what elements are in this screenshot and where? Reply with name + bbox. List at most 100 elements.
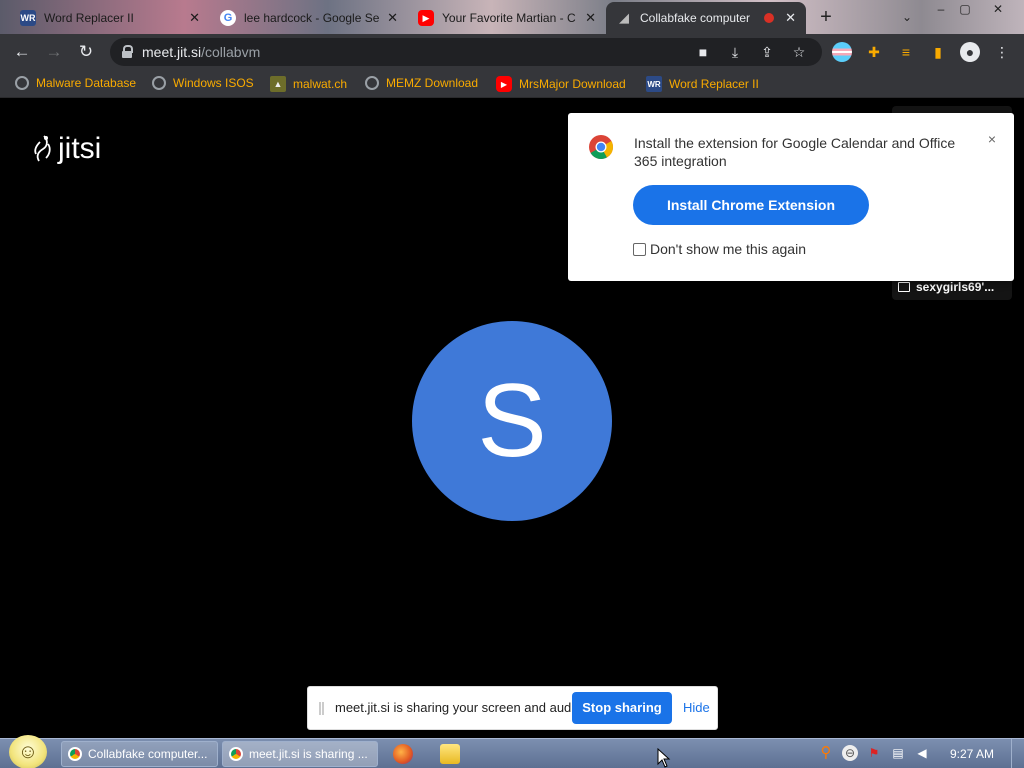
- close-icon[interactable]: ✕: [585, 10, 596, 26]
- share-icon[interactable]: ⇪: [758, 43, 776, 61]
- bookmark-memz-download[interactable]: MEMZ Download: [365, 76, 478, 90]
- mouse-cursor-icon: [657, 748, 671, 768]
- bookmark-label: Windows ISOS: [173, 76, 254, 90]
- thumbnail-name-text: sexygirls69'...: [916, 280, 995, 294]
- tab-collabfake[interactable]: ◢ Collabfake computer ✕: [606, 2, 806, 34]
- tab-youtube[interactable]: ▶ Your Favorite Martian - C ✕: [408, 2, 606, 34]
- chrome-icon: [589, 135, 613, 160]
- extension-popup: Install the extension for Google Calenda…: [568, 113, 1014, 281]
- volume-icon[interactable]: ◀: [914, 745, 930, 761]
- close-icon[interactable]: ×: [988, 131, 996, 147]
- search-tray-icon[interactable]: ⚲: [818, 745, 834, 761]
- bookmark-label: MEMZ Download: [386, 76, 479, 90]
- tab-search-icon[interactable]: ⌄: [896, 8, 918, 26]
- taskbar-button-label: meet.jit.si is sharing ...: [249, 747, 368, 761]
- globe-icon: [152, 76, 166, 90]
- word-replacer-icon: WR: [646, 76, 662, 92]
- extension-flag-icon[interactable]: [832, 42, 852, 62]
- lock-icon[interactable]: [122, 45, 133, 58]
- bookmarks-bar: Malware Database Windows ISOS ▲ malwat.c…: [0, 70, 1024, 98]
- google-icon: G: [220, 10, 236, 26]
- new-tab-button[interactable]: +: [814, 6, 838, 30]
- tab-title: Your Favorite Martian - C: [442, 11, 576, 25]
- stop-sharing-button[interactable]: Stop sharing: [572, 692, 672, 724]
- folder-icon[interactable]: [440, 744, 460, 764]
- recording-icon: [764, 13, 774, 23]
- tab-word-replacer[interactable]: WR Word Replacer II ✕: [10, 2, 210, 34]
- camera-icon[interactable]: ■: [694, 43, 712, 61]
- participant-avatar: S: [412, 321, 612, 521]
- firefox-icon[interactable]: [393, 744, 413, 764]
- jitsi-logo-icon: [34, 135, 51, 162]
- word-replacer-icon: WR: [20, 10, 36, 26]
- youtube-icon: ▶: [418, 10, 434, 26]
- menu-kebab-icon[interactable]: ⋮: [992, 42, 1012, 62]
- bookmark-word-replacer[interactable]: WR Word Replacer II: [646, 76, 759, 92]
- reload-icon[interactable]: ↻: [74, 40, 98, 64]
- taskbar: ☺ Collabfake computer... meet.jit.si is …: [0, 735, 1024, 768]
- collabfake-icon: ◢: [619, 10, 629, 25]
- screen-share-icon: [898, 282, 910, 292]
- globe-icon: [365, 76, 379, 90]
- url-domain: meet.jit.si: [142, 44, 202, 60]
- checkbox-icon[interactable]: [633, 242, 646, 256]
- taskbar-button-label: Collabfake computer...: [88, 747, 208, 761]
- hide-link[interactable]: Hide: [683, 700, 710, 715]
- bookmark-star-icon[interactable]: ☆: [790, 43, 808, 61]
- side-panel-icon[interactable]: ▮: [928, 42, 948, 62]
- taskbar-button-collabfake[interactable]: Collabfake computer...: [61, 741, 218, 767]
- language-tray-icon[interactable]: ⊖: [842, 745, 858, 761]
- tab-title: Word Replacer II: [44, 11, 134, 25]
- dont-show-label: Don't show me this again: [650, 241, 806, 257]
- bookmark-label: Word Replacer II: [669, 77, 759, 91]
- malwatch-icon: ▲: [270, 76, 286, 92]
- screen-share-bar: meet.jit.si is sharing your screen and a…: [307, 686, 718, 730]
- profile-avatar-icon[interactable]: ●: [960, 42, 980, 62]
- browser-toolbar: ← → ↻ meet.jit.si/collabvm ■ ⤓ ⇪ ☆ ✚ ≡ ▮…: [0, 34, 1024, 70]
- address-bar[interactable]: meet.jit.si/collabvm ■ ⤓ ⇪ ☆: [110, 38, 822, 66]
- forward-arrow-icon[interactable]: →: [42, 40, 66, 64]
- clock[interactable]: 9:27 AM: [950, 747, 994, 761]
- bookmark-mrsmajor-download[interactable]: ▶ MrsMajor Download: [496, 76, 626, 92]
- network-icon[interactable]: ▤: [890, 745, 906, 761]
- install-app-icon[interactable]: ⤓: [726, 43, 744, 61]
- url-path: /collabvm: [201, 44, 261, 60]
- back-arrow-icon[interactable]: ←: [10, 40, 34, 64]
- minimize-icon[interactable]: –: [930, 0, 952, 18]
- extensions-puzzle-icon[interactable]: ✚: [864, 42, 884, 62]
- bookmark-malwatch[interactable]: ▲ malwat.ch: [270, 76, 347, 92]
- jitsi-meeting-page: jitsi S sexygirls69'... Install the exte…: [0, 98, 1024, 738]
- install-extension-button[interactable]: Install Chrome Extension: [633, 185, 869, 225]
- bookmark-windows-isos[interactable]: Windows ISOS: [152, 76, 254, 90]
- chrome-icon: [68, 747, 82, 761]
- media-controls-icon[interactable]: ≡: [896, 42, 916, 62]
- globe-icon: [15, 76, 29, 90]
- tab-title: lee hardcock - Google Se: [244, 11, 380, 25]
- action-center-flag-icon[interactable]: ⚑: [866, 745, 882, 761]
- close-icon[interactable]: ✕: [189, 10, 200, 26]
- bookmark-label: Malware Database: [36, 76, 137, 90]
- tab-title: Collabfake computer: [640, 11, 751, 25]
- logo-text: jitsi: [58, 132, 102, 165]
- chrome-icon: [229, 747, 243, 761]
- bookmark-malware-database[interactable]: Malware Database: [15, 76, 136, 90]
- tab-strip: WR Word Replacer II ✕ G lee hardcock - G…: [0, 0, 1024, 34]
- close-icon[interactable]: ✕: [785, 10, 796, 26]
- window-close-icon[interactable]: ✕: [978, 0, 1018, 18]
- drag-handle-icon[interactable]: [319, 702, 324, 715]
- restore-icon[interactable]: ▢: [954, 0, 976, 18]
- start-button[interactable]: ☺: [9, 735, 47, 768]
- tab-google-search[interactable]: G lee hardcock - Google Se ✕: [210, 2, 408, 34]
- bookmark-label: malwat.ch: [293, 77, 348, 91]
- extension-message: Install the extension for Google Calenda…: [634, 135, 956, 169]
- youtube-icon: ▶: [496, 76, 512, 92]
- close-icon[interactable]: ✕: [387, 10, 398, 26]
- taskbar-button-sharing[interactable]: meet.jit.si is sharing ...: [222, 741, 378, 767]
- show-desktop-button[interactable]: [1011, 739, 1024, 768]
- jitsi-logo[interactable]: jitsi: [30, 132, 101, 166]
- bookmark-label: MrsMajor Download: [519, 77, 626, 91]
- thumbnail-name: sexygirls69'...: [898, 280, 994, 294]
- dont-show-again-checkbox[interactable]: Don't show me this again: [633, 241, 806, 257]
- url-text[interactable]: meet.jit.si/collabvm: [142, 44, 260, 60]
- screen: WR Word Replacer II ✕ G lee hardcock - G…: [0, 0, 1024, 768]
